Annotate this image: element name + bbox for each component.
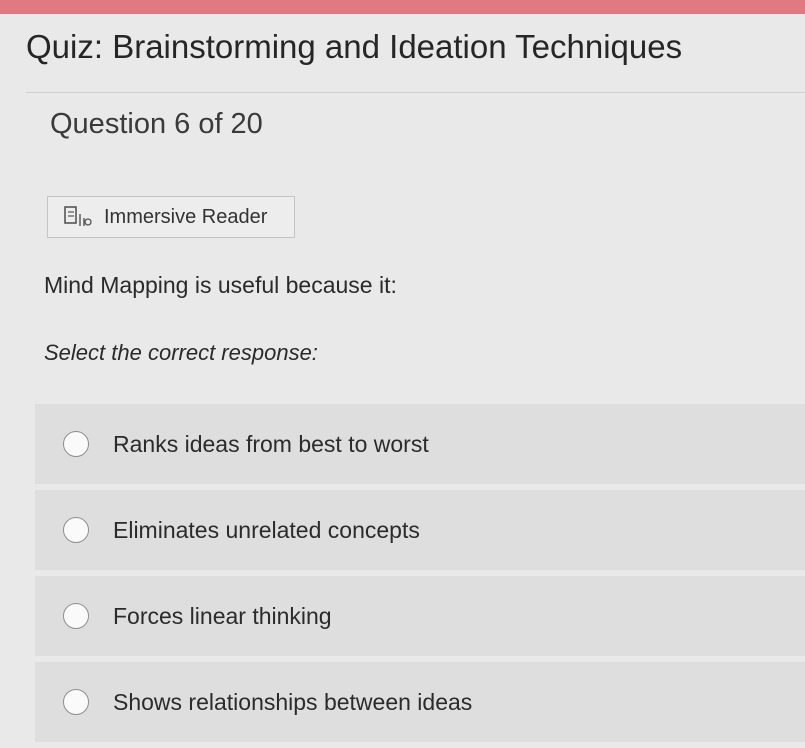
top-accent-bar (0, 0, 805, 14)
answer-option-2[interactable]: Eliminates unrelated concepts (35, 490, 805, 570)
answer-option-4[interactable]: Shows relationships between ideas (35, 662, 805, 742)
radio-button-1[interactable] (63, 431, 89, 457)
question-counter: Question 6 of 20 (50, 108, 263, 140)
answer-options: Ranks ideas from best to worst Eliminate… (35, 404, 805, 748)
radio-button-4[interactable] (63, 689, 89, 715)
immersive-reader-icon (64, 206, 92, 228)
immersive-reader-label: Immersive Reader (104, 205, 268, 228)
answer-option-label: Shows relationships between ideas (113, 688, 473, 715)
answer-option-label: Ranks ideas from best to worst (113, 430, 429, 457)
immersive-reader-button[interactable]: Immersive Reader (47, 196, 295, 238)
quiz-title: Quiz: Brainstorming and Ideation Techniq… (26, 28, 683, 65)
answer-option-label: Eliminates unrelated concepts (113, 516, 420, 543)
radio-button-2[interactable] (63, 517, 89, 543)
question-text: Mind Mapping is useful because it: (44, 272, 397, 298)
radio-button-3[interactable] (63, 603, 89, 629)
title-divider (26, 92, 805, 93)
answer-option-label: Forces linear thinking (113, 602, 332, 629)
answer-option-1[interactable]: Ranks ideas from best to worst (35, 404, 805, 484)
answer-option-3[interactable]: Forces linear thinking (35, 576, 805, 656)
instruction-text: Select the correct response: (44, 340, 318, 365)
